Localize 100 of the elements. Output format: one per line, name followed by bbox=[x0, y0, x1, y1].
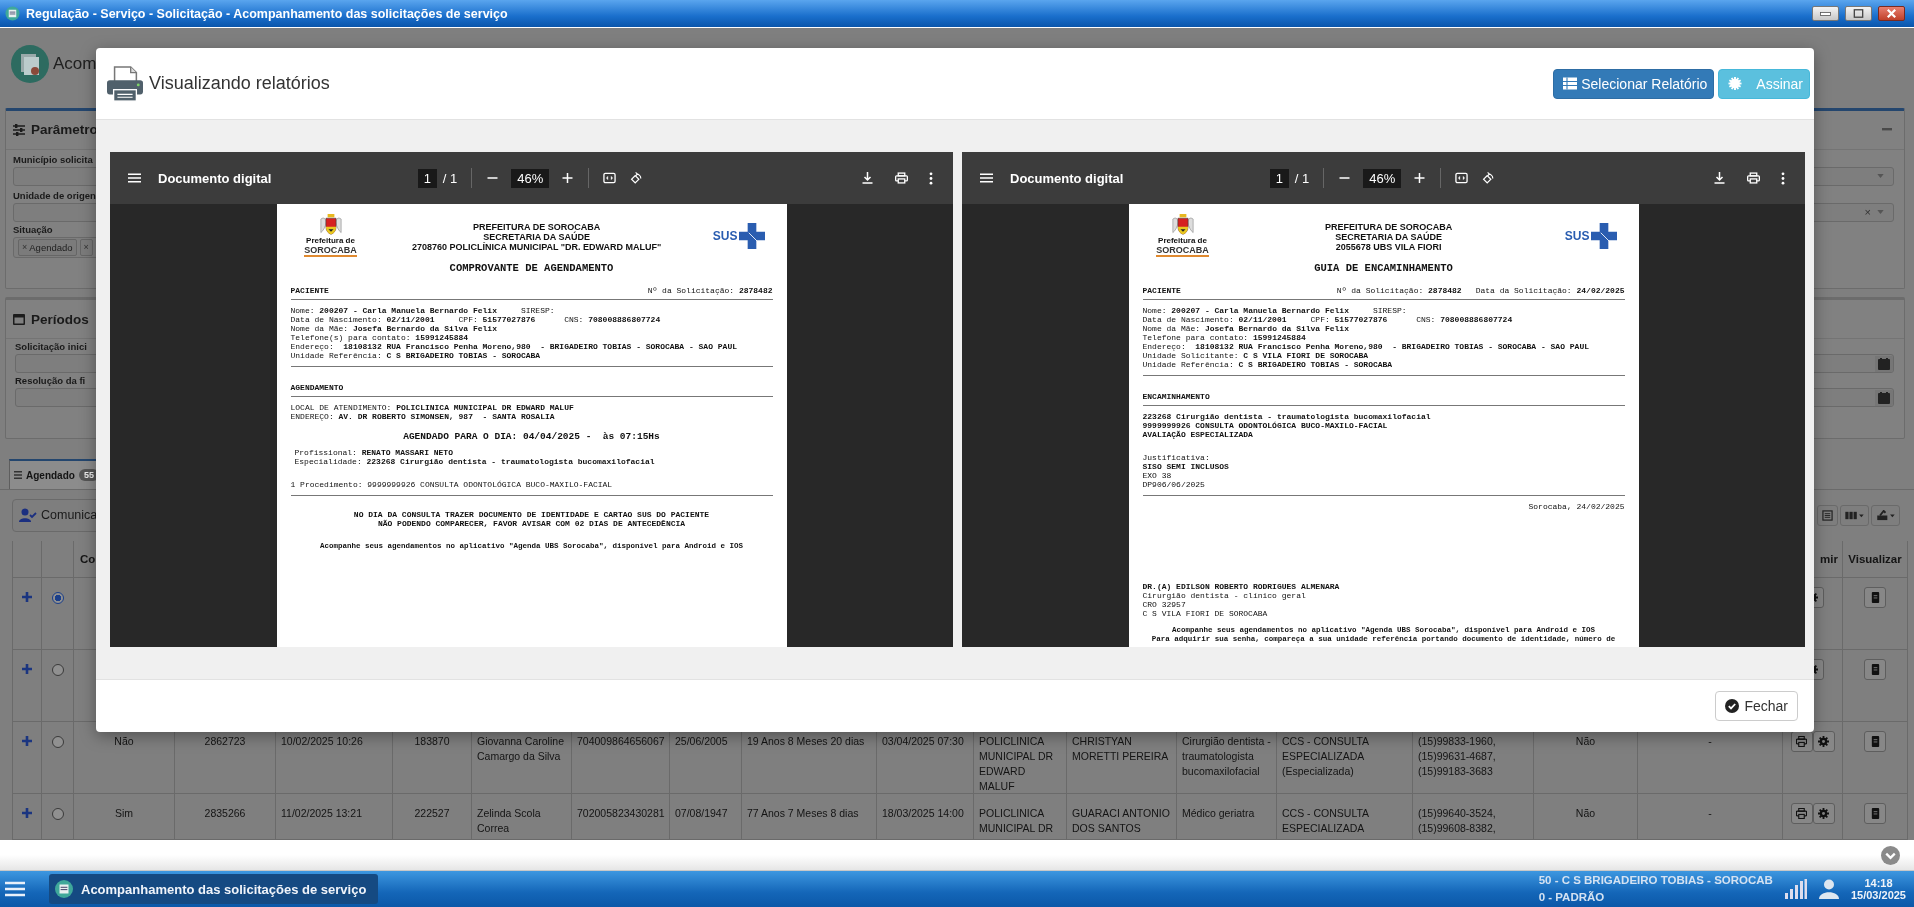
printer-icon[interactable] bbox=[895, 172, 908, 184]
table-cell: Sim bbox=[114, 806, 134, 821]
section-title: PACIENTE bbox=[290, 286, 329, 295]
document-header: SECRETARIA DA SAÚDE bbox=[483, 232, 590, 242]
calendar-icon[interactable] bbox=[1875, 355, 1893, 372]
profile-text: 0 - PADRÃO bbox=[1538, 890, 1606, 905]
table-cell: 18/03/2025 14:00 bbox=[882, 806, 964, 821]
fit-page-icon[interactable] bbox=[603, 172, 617, 184]
field-label: Solicitação inici bbox=[15, 341, 87, 353]
field-label: Situação bbox=[13, 223, 53, 235]
document-icon bbox=[1869, 664, 1881, 675]
table-cell: CCS - CONSULTA ESPECIALIZADA bbox=[1282, 806, 1370, 836]
view-button[interactable] bbox=[1864, 731, 1886, 752]
table-cell: 77 Anos 7 Meses 8 dias bbox=[747, 806, 859, 821]
app-icon bbox=[5, 6, 20, 21]
page-number-field[interactable]: 1 bbox=[1269, 168, 1289, 188]
plus-icon[interactable] bbox=[22, 592, 32, 602]
view-button[interactable] bbox=[1864, 587, 1886, 608]
radio-button[interactable] bbox=[51, 592, 64, 604]
chevron-down-icon[interactable] bbox=[1881, 845, 1900, 865]
download-icon[interactable] bbox=[861, 172, 874, 184]
document-text: Nome: 200207 - Carla Manuela Bernardo Felix SIRESP: bbox=[1142, 306, 1407, 315]
calendar-icon[interactable] bbox=[1875, 389, 1893, 406]
page-title: Acom bbox=[53, 53, 97, 74]
print-button[interactable] bbox=[1790, 731, 1813, 752]
zoom-in-icon[interactable] bbox=[1413, 172, 1427, 184]
table-cell: Zelinda Scola Correa bbox=[477, 806, 541, 836]
logo-text: SOROCABA bbox=[304, 245, 357, 257]
close-button[interactable] bbox=[1878, 6, 1905, 21]
table-cell: 19 Anos 8 Meses 20 dias bbox=[747, 734, 865, 749]
view-button[interactable] bbox=[1864, 803, 1886, 824]
document-text: Justificativa: bbox=[1142, 453, 1210, 462]
table-cell: 702005823430281 bbox=[577, 806, 665, 821]
plus-icon[interactable] bbox=[22, 736, 32, 746]
maximize-button[interactable] bbox=[1845, 6, 1872, 21]
rotate-icon[interactable] bbox=[1482, 172, 1496, 184]
task-button[interactable]: Acompanhamento das solicitações de serviço bbox=[49, 874, 379, 904]
document-header: PREFEITURA DE SOROCABA bbox=[473, 222, 601, 232]
document-text: Data de Nascimento: 02/11/2001 CPF: 51577027876 CNS: 708008886807724 bbox=[290, 315, 661, 324]
panel-title: Parâmetro bbox=[31, 122, 98, 138]
radio-button[interactable] bbox=[51, 808, 64, 820]
download-icon[interactable] bbox=[1713, 172, 1726, 184]
document-text: Nome: 200207 - Carla Manuela Bernardo Felix SIRESP: bbox=[290, 306, 555, 315]
tag-label: Agendado bbox=[29, 241, 73, 253]
settings-button[interactable] bbox=[1812, 731, 1835, 752]
select-report-button[interactable]: Selecionar Relatório bbox=[1553, 68, 1715, 99]
table-cell: CCS - CONSULTA ESPECIALIZADA (Especializada) bbox=[1282, 734, 1370, 779]
printer-icon bbox=[106, 65, 144, 102]
export-icon bbox=[1876, 509, 1895, 521]
page-number-field[interactable]: 1 bbox=[417, 168, 437, 188]
logo-text: SOROCABA bbox=[1156, 245, 1209, 257]
more-icon[interactable] bbox=[929, 171, 933, 185]
table-cell: Cirurgião dentista - traumatologista bucomaxilofacial bbox=[1182, 734, 1271, 779]
list-view-button[interactable] bbox=[1817, 504, 1838, 526]
plus-icon[interactable] bbox=[22, 664, 32, 674]
document-text: LOCAL DE ATENDIMENTO: POLICLINICA MUNICIPAL DR EDWARD MALUF bbox=[290, 403, 574, 412]
count-badge: 55 bbox=[78, 469, 99, 482]
rotate-icon[interactable] bbox=[630, 172, 644, 184]
zoom-in-icon[interactable] bbox=[561, 172, 575, 184]
document-header: 2055678 UBS VILA FIORI bbox=[1335, 242, 1442, 252]
column-header: Visualizar bbox=[1843, 541, 1908, 578]
document-text: NÃO PODENDO COMPARECER, FAVOR AVISAR COM 02 DIAS DE ANTECEDÊNCIA bbox=[377, 519, 686, 528]
zoom-field[interactable]: 46% bbox=[511, 168, 550, 188]
document-text: Nome da Mãe: Josefa Bernardo da Silva Felix bbox=[290, 324, 497, 333]
columns-button[interactable] bbox=[1840, 504, 1869, 526]
logo-text: Prefeitura de bbox=[1158, 236, 1207, 245]
more-icon[interactable] bbox=[1781, 171, 1785, 185]
document-text: Telefone(s) para contato: 15991245884 bbox=[290, 333, 469, 342]
document-header: 2708760 POLICLÍNICA MUNICIPAL "DR. EDWARD MALUF" bbox=[411, 242, 662, 252]
document-title: Documento digital bbox=[1010, 170, 1124, 186]
minimize-button[interactable] bbox=[1812, 6, 1839, 21]
fit-page-icon[interactable] bbox=[1455, 172, 1469, 184]
document-text: C S VILA FIORI DE SOROCABA bbox=[1142, 609, 1268, 618]
menu-icon[interactable] bbox=[5, 881, 25, 897]
clear-button[interactable]: × bbox=[1864, 206, 1871, 218]
table-cell: Não bbox=[114, 734, 134, 749]
radio-button[interactable] bbox=[51, 736, 64, 748]
close-button[interactable]: Fechar bbox=[1715, 691, 1798, 721]
plus-icon[interactable] bbox=[22, 808, 32, 818]
table-cell: GUARACI ANTONIO DOS SANTOS bbox=[1072, 806, 1170, 836]
clock-date: 15/03/2025 bbox=[1850, 889, 1906, 901]
table-cell: 07/08/1947 bbox=[675, 806, 728, 821]
document-text: Nº da Solicitação: 2878482 bbox=[1336, 286, 1462, 295]
view-button[interactable] bbox=[1864, 659, 1886, 680]
document-icon bbox=[1869, 808, 1881, 819]
radio-button[interactable] bbox=[51, 664, 64, 676]
document-text: Telefone para contato: 15991245884 bbox=[1142, 333, 1306, 342]
zoom-field[interactable]: 46% bbox=[1363, 168, 1402, 188]
document-text: Endereço: 18108132 RUA Francisco Penha Moreno,980 - BRIGADEIRO TOBIAS - SOROCABA - SAO PAUL bbox=[290, 342, 737, 351]
document-text: DP906/06/2025 bbox=[1142, 480, 1205, 489]
settings-button[interactable] bbox=[1812, 803, 1835, 824]
export-button[interactable] bbox=[1871, 504, 1900, 526]
table-cell: (15)99640-3524, (15)99608-8382, bbox=[1418, 806, 1496, 836]
remove-button[interactable]: × bbox=[22, 242, 28, 253]
app-icon bbox=[55, 880, 73, 898]
logo-text: Prefeitura de bbox=[306, 236, 355, 245]
printer-icon[interactable] bbox=[1747, 172, 1760, 184]
table-cell: 222527 bbox=[414, 806, 450, 821]
user-icon[interactable] bbox=[1818, 879, 1839, 899]
logo-text: SUS bbox=[1564, 231, 1590, 241]
